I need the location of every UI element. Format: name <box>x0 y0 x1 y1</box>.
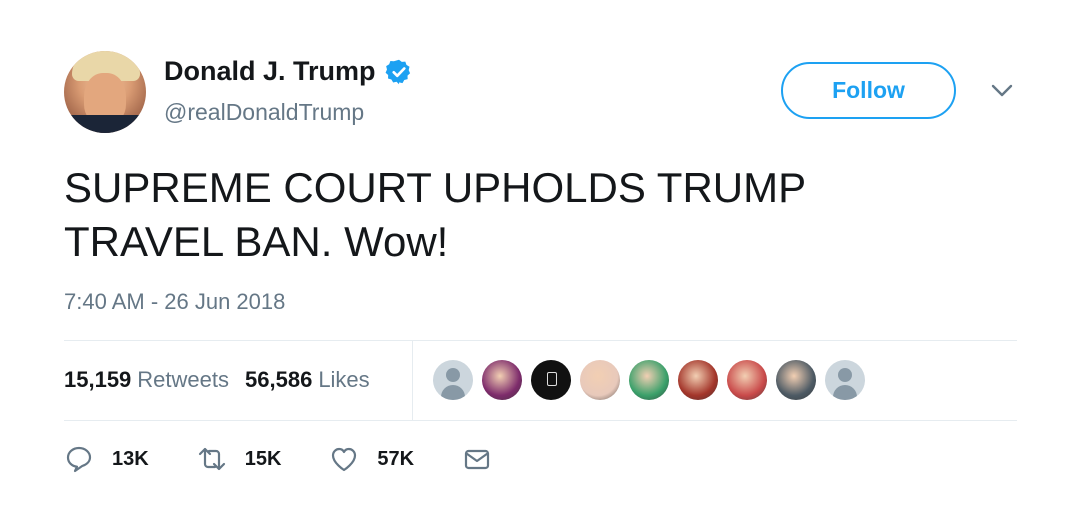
verified-badge-icon <box>385 59 410 84</box>
liker-avatar[interactable] <box>678 360 718 400</box>
divider-top <box>64 340 1017 341</box>
like-count: 57K <box>377 447 415 470</box>
liker-avatar[interactable] <box>482 360 522 400</box>
default-avatar-body <box>441 385 465 400</box>
tweet-actions: 13K 15K 57K <box>64 444 540 474</box>
reply-icon[interactable] <box>64 444 94 474</box>
avatar[interactable] <box>64 51 146 133</box>
dm-action[interactable] <box>462 444 492 474</box>
liker-avatar[interactable] <box>825 360 865 400</box>
display-name[interactable]: Donald J. Trump <box>164 56 376 87</box>
retweets-label[interactable]: Retweets <box>137 367 229 393</box>
retweet-icon[interactable] <box>197 444 227 474</box>
tweet-card: Donald J. Trump @realDonaldTrump Follow … <box>0 0 1080 514</box>
reply-count: 13K <box>112 447 149 470</box>
tweet-text: SUPREME COURT UPHOLDS TRUMP TRAVEL BAN. … <box>64 164 806 265</box>
user-handle[interactable]: @realDonaldTrump <box>164 99 364 126</box>
liker-avatar[interactable] <box>629 360 669 400</box>
reply-action[interactable]: 13K <box>64 444 149 474</box>
likes-count[interactable]: 56,586 <box>245 367 312 393</box>
retweet-action[interactable]: 15K <box>197 444 282 474</box>
retweets-count[interactable]: 15,159 <box>64 367 131 393</box>
likes-label[interactable]: Likes <box>318 367 369 393</box>
liker-avatar[interactable] <box>433 360 473 400</box>
default-avatar-body <box>833 385 857 400</box>
divider-bottom <box>64 420 1017 421</box>
retweet-count: 15K <box>244 447 282 470</box>
follow-button[interactable]: Follow <box>781 62 956 119</box>
like-action[interactable]: 57K <box>329 444 414 474</box>
heart-icon[interactable] <box>329 444 359 474</box>
avatar-suit <box>64 115 146 133</box>
default-avatar-icon <box>446 368 460 382</box>
stats-separator <box>412 340 413 421</box>
tweet-stats: 15,159 Retweets 56,586 Likes <box>64 367 370 393</box>
tweet-timestamp[interactable]: 7:40 AM - 26 Jun 2018 <box>64 289 285 315</box>
liker-avatar[interactable] <box>580 360 620 400</box>
hourglass-icon <box>547 372 557 386</box>
liker-avatar[interactable] <box>776 360 816 400</box>
chevron-down-icon[interactable] <box>990 82 1014 100</box>
liker-avatar[interactable] <box>727 360 767 400</box>
liker-avatar[interactable] <box>531 360 571 400</box>
name-row: Donald J. Trump <box>164 56 413 87</box>
liker-avatars <box>433 360 874 400</box>
envelope-icon[interactable] <box>462 444 492 474</box>
default-avatar-icon <box>838 368 852 382</box>
